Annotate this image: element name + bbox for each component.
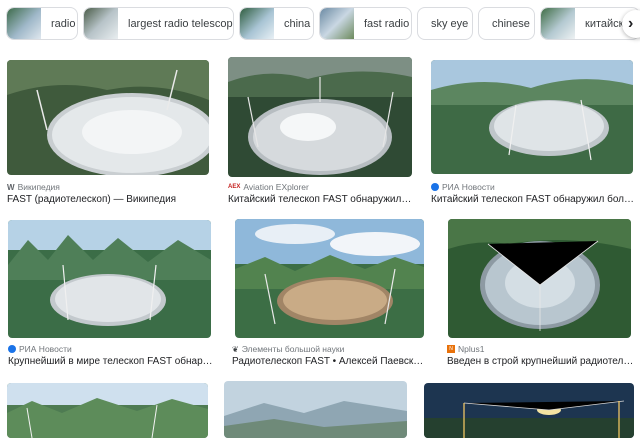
telescope-photo [235,219,424,338]
chip-label: chinese [492,17,530,30]
result-image-5[interactable] [235,219,424,338]
chip-thumbnail [240,8,274,39]
result-image-8[interactable] [224,381,407,438]
result-title-5[interactable]: Радиотелескоп FAST • Алексей Паевский... [232,356,428,367]
chip-thumbnail [84,8,118,39]
chip-label: fast radio [364,17,410,30]
related-searches-bar: radio largest radio telescope china fast… [0,0,640,50]
chip-chinese[interactable]: chinese [478,7,535,40]
result-source-5[interactable]: ❦ Элементы большой науки [232,344,344,354]
result-source-6[interactable]: N Nplus1 [447,344,484,354]
leaf-icon: ❦ [232,344,239,354]
result-title-4[interactable]: Крупнейший в мире телескоп FAST обнаруж.… [8,356,215,367]
result-source-1[interactable]: W Википедия [7,182,60,192]
chip-label: largest radio telescope [128,17,234,30]
result-image-3[interactable] [431,60,633,174]
result-title-6[interactable]: Введен в строй крупнейший радиотеле... [447,356,635,367]
result-source-3[interactable]: РИА Новости [431,182,495,192]
chip-fast-radio[interactable]: fast radio [319,7,412,40]
result-source-4[interactable]: РИА Новости [8,344,72,354]
telescope-photo [7,60,209,175]
result-title-1[interactable]: FAST (радиотелескоп) — Википедия [7,194,209,205]
result-image-6[interactable] [448,219,631,338]
chip-thumbnail [541,8,575,39]
result-image-1[interactable] [7,60,209,175]
result-source-2[interactable]: AEX Aviation EXplorer [228,182,309,192]
telescope-photo [7,383,208,438]
chip-label: sky eye [431,17,469,30]
result-image-2[interactable] [228,57,412,177]
result-image-7[interactable] [7,383,208,438]
telescope-photo [431,60,633,174]
wikipedia-icon: W [7,182,15,192]
telescope-photo [448,219,631,338]
globe-icon [8,345,16,353]
chip-largest-radio-telescope[interactable]: largest radio telescope [83,7,234,40]
telescope-photo [8,220,211,338]
chip-china[interactable]: china [239,7,314,40]
nplus1-icon: N [447,345,455,353]
chip-radio[interactable]: radio [6,7,78,40]
chip-label: china [284,17,311,30]
telescope-photo [224,381,407,438]
result-title-2[interactable]: Китайский телескоп FAST обнаружил н... [228,194,414,205]
chip-thumbnail [7,8,41,39]
result-image-4[interactable] [8,220,211,338]
result-image-9[interactable] [424,383,634,438]
globe-icon [431,183,439,191]
telescope-photo [424,383,634,438]
aex-icon: AEX [228,184,241,190]
chip-sky-eye[interactable]: sky eye [417,7,473,40]
result-title-3[interactable]: Китайский телескоп FAST обнаружил боле..… [431,194,635,205]
chip-thumbnail [320,8,354,39]
telescope-photo [228,57,412,177]
chip-label: radio [51,17,76,30]
